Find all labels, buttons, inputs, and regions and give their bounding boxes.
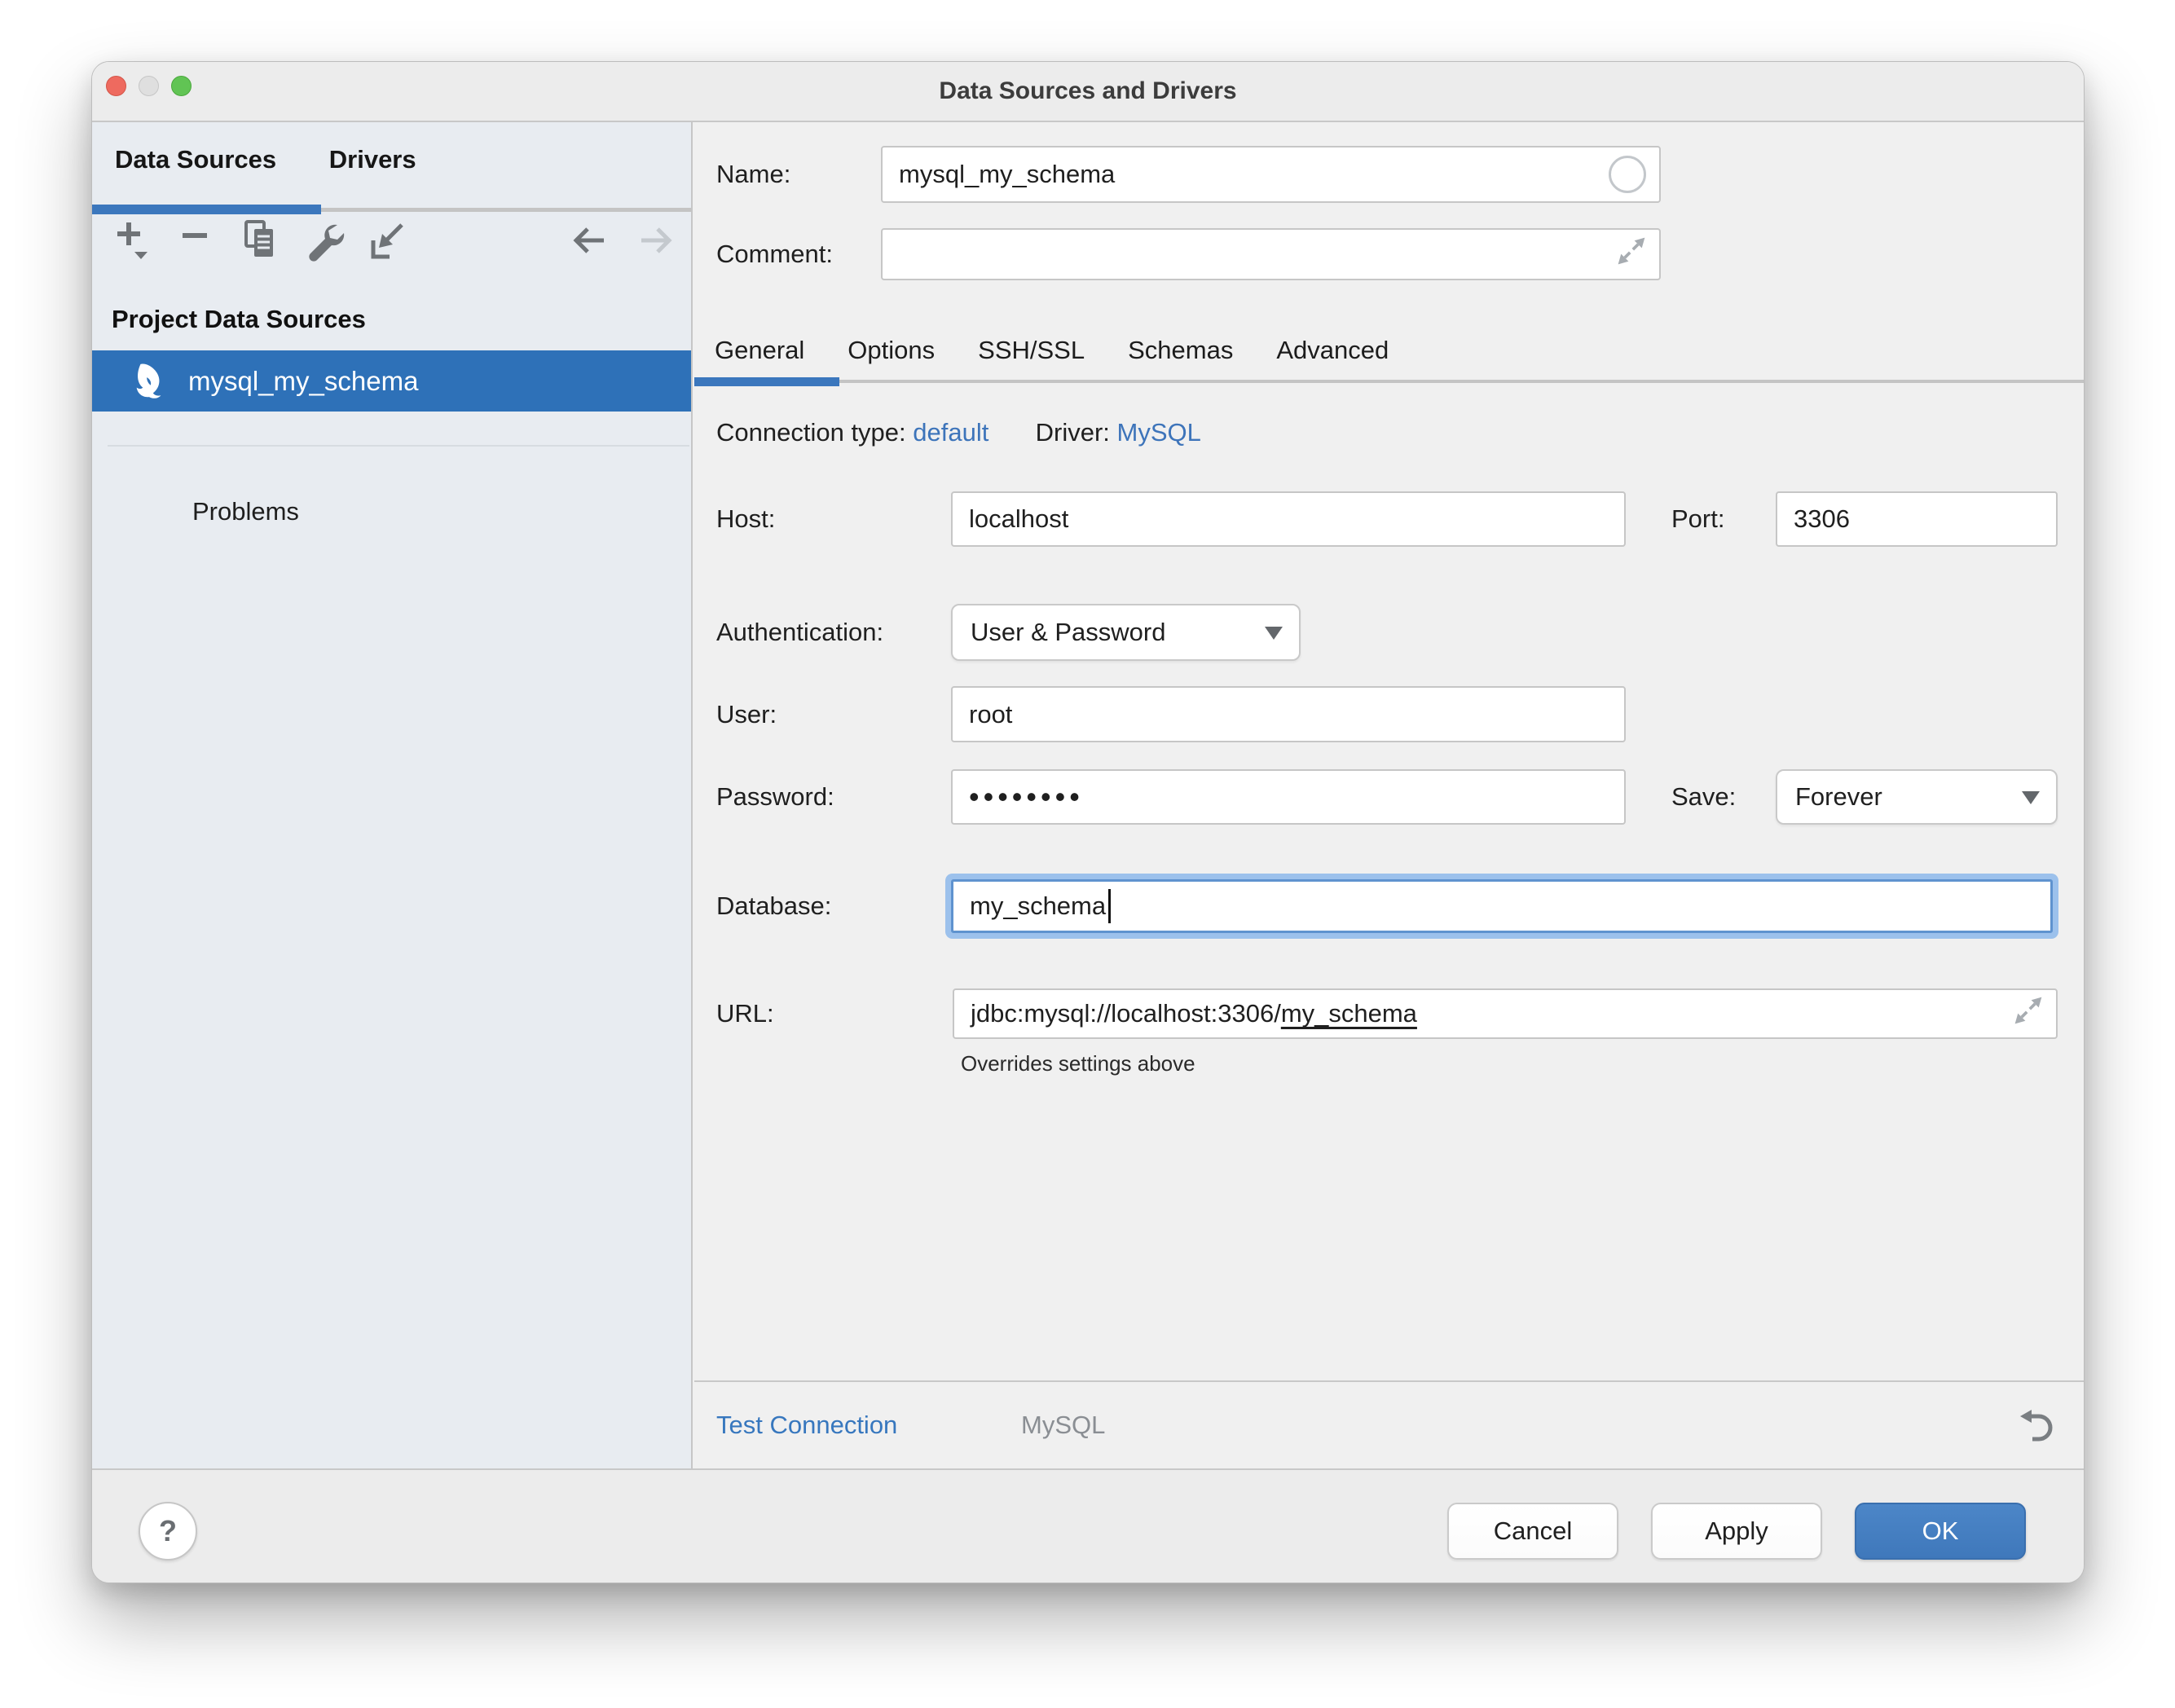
properties-wrench-icon[interactable] [306, 219, 345, 262]
remove-icon[interactable] [178, 219, 218, 262]
main-panel: Name: mysql_my_schema Comment: General O… [694, 122, 2084, 1468]
host-input[interactable]: localhost [951, 491, 1626, 547]
import-icon[interactable] [369, 219, 408, 262]
host-label: Host: [716, 491, 775, 547]
save-label: Save: [1671, 769, 1736, 825]
password-label: Password: [716, 769, 834, 825]
tabs-divider [694, 380, 2084, 383]
tab-general[interactable]: General [715, 336, 804, 365]
sidebar-divider [108, 445, 689, 447]
tab-options[interactable]: Options [848, 336, 935, 365]
password-input[interactable]: •••••••• [951, 769, 1626, 825]
url-note: Overrides settings above [961, 1051, 1195, 1076]
test-connection-bar: Test Connection MySQL [694, 1380, 2084, 1468]
tab-ssh-ssl[interactable]: SSH/SSL [978, 336, 1085, 365]
tab-data-sources[interactable]: Data Sources [115, 145, 276, 174]
database-label: Database: [716, 879, 831, 933]
save-select[interactable]: Forever [1776, 769, 2058, 825]
expand-icon[interactable] [2012, 994, 2045, 1033]
test-driver-name: MySQL [1021, 1382, 1105, 1468]
comment-input[interactable] [881, 228, 1661, 280]
expand-icon[interactable] [1615, 235, 1648, 274]
tab-drivers[interactable]: Drivers [329, 145, 416, 174]
dialog-body: Data Sources Drivers [92, 122, 2084, 1468]
url-label: URL: [716, 988, 774, 1039]
sidebar-toolbar [92, 219, 691, 262]
connection-type-row: Connection type: default Driver: MySQL [716, 418, 1201, 447]
ok-button[interactable]: OK [1855, 1503, 2026, 1560]
tab-advanced[interactable]: Advanced [1276, 336, 1389, 365]
port-label: Port: [1671, 491, 1724, 547]
forward-arrow-icon[interactable] [636, 219, 676, 262]
cancel-button[interactable]: Cancel [1447, 1503, 1618, 1560]
duplicate-icon[interactable] [242, 219, 281, 262]
comment-label: Comment: [716, 228, 833, 280]
apply-button[interactable]: Apply [1651, 1503, 1822, 1560]
url-schema-link[interactable]: my_schema [1281, 999, 1417, 1028]
connection-type-label: Connection type: [716, 418, 906, 447]
chevron-down-icon [2022, 791, 2040, 804]
chevron-down-icon [1265, 627, 1283, 640]
driver-label: Driver: [1036, 418, 1110, 447]
undo-icon[interactable] [2017, 1407, 2053, 1443]
project-data-sources-header: Project Data Sources [112, 305, 366, 334]
text-cursor [1108, 889, 1111, 923]
name-label: Name: [716, 146, 790, 203]
dialog-footer: ? Cancel Apply OK [92, 1468, 2084, 1583]
connection-type-link[interactable]: default [913, 418, 988, 447]
data-sources-dialog: Data Sources and Drivers Data Sources Dr… [91, 61, 2085, 1583]
active-tab-indicator [694, 377, 839, 386]
name-refresh-circle-icon[interactable] [1609, 156, 1646, 193]
window-title: Data Sources and Drivers [92, 62, 2084, 121]
titlebar: Data Sources and Drivers [92, 62, 2084, 122]
user-label: User: [716, 686, 777, 742]
test-connection-link[interactable]: Test Connection [716, 1382, 897, 1468]
data-source-name: mysql_my_schema [188, 350, 418, 412]
help-button[interactable]: ? [139, 1502, 197, 1561]
add-icon[interactable] [115, 219, 154, 262]
sidebar-active-tab-indicator [92, 205, 321, 214]
mysql-dolphin-icon [130, 362, 168, 403]
sidebar-tabs: Data Sources Drivers [115, 145, 416, 174]
url-input[interactable]: jdbc:mysql://localhost:3306/my_schema [953, 988, 2058, 1039]
sidebar-item-problems[interactable]: Problems [192, 497, 299, 526]
data-source-list-item-selected[interactable]: mysql_my_schema [92, 350, 691, 412]
tab-schemas[interactable]: Schemas [1128, 336, 1233, 365]
port-input[interactable]: 3306 [1776, 491, 2058, 547]
user-input[interactable]: root [951, 686, 1626, 742]
driver-link[interactable]: MySQL [1117, 418, 1201, 447]
authentication-select[interactable]: User & Password [951, 604, 1301, 661]
database-input-focused[interactable]: my_schema [951, 879, 2053, 933]
authentication-label: Authentication: [716, 604, 883, 661]
sidebar: Data Sources Drivers [92, 122, 693, 1468]
settings-tabs: General Options SSH/SSL Schemas Advanced [715, 336, 1389, 365]
back-arrow-icon[interactable] [570, 219, 609, 262]
name-input[interactable]: mysql_my_schema [881, 146, 1661, 203]
